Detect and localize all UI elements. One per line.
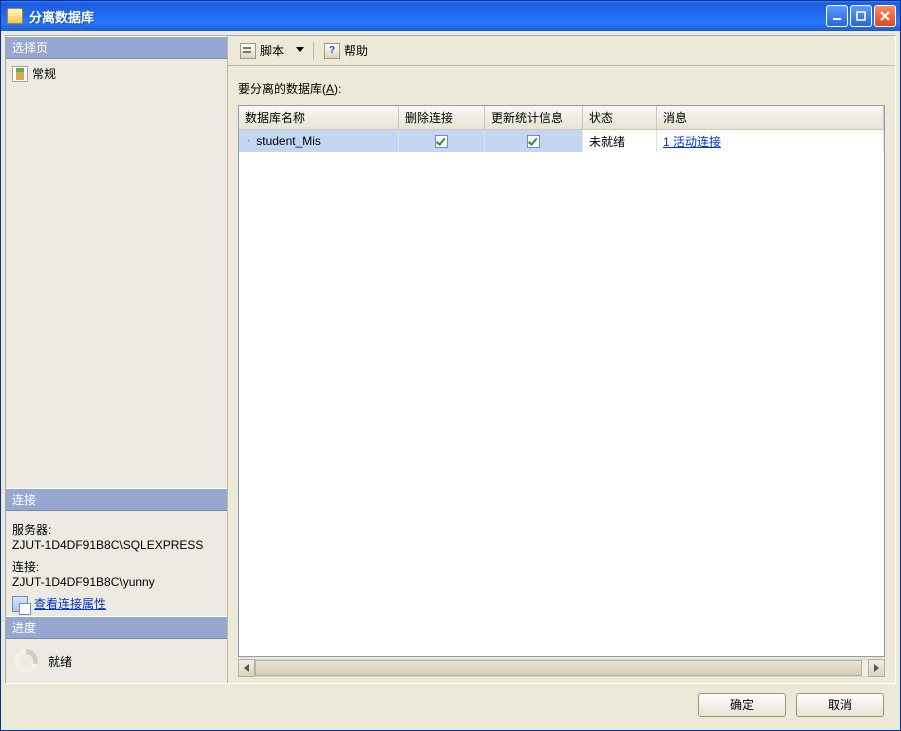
progress-spinner-icon <box>14 649 38 673</box>
server-value: ZJUT-1D4DF91B8C\SQLEXPRESS <box>12 538 221 552</box>
content-title-hotkey: A <box>326 82 334 96</box>
minimize-button[interactable] <box>826 5 848 27</box>
cell-state-text: 未就绪 <box>589 133 625 150</box>
help-label: 帮助 <box>344 42 368 59</box>
cell-drop-conn[interactable] <box>399 130 485 152</box>
page-general-label: 常规 <box>32 65 56 82</box>
script-icon <box>240 43 256 59</box>
view-connection-properties-link[interactable]: 查看连接属性 <box>34 595 106 612</box>
script-label: 脚本 <box>260 42 284 59</box>
table-row[interactable]: · student_Mis 未就绪 <box>239 130 884 152</box>
cell-update-stats[interactable] <box>485 130 583 152</box>
help-button[interactable]: 帮助 <box>320 40 372 61</box>
progress-header: 进度 <box>6 616 227 639</box>
cell-message: 1 活动连接 <box>657 130 884 152</box>
connection-header: 连接 <box>6 488 227 511</box>
dialog-window: 分离数据库 选择页 常规 <box>0 0 901 731</box>
titlebar[interactable]: 分离数据库 <box>1 1 900 31</box>
content-title-suffix: ): <box>334 82 341 96</box>
conn-label: 连接: <box>12 558 221 575</box>
right-panel: 脚本 帮助 要分离的数据库(A): <box>228 36 895 683</box>
script-dropdown[interactable] <box>292 45 307 56</box>
select-page-header: 选择页 <box>6 36 227 59</box>
maximize-button[interactable] <box>850 5 872 27</box>
checkbox-update-stats[interactable] <box>527 135 540 148</box>
toolbar: 脚本 帮助 <box>228 36 895 66</box>
checkbox-drop-conn[interactable] <box>435 135 448 148</box>
progress-body: 就绪 <box>6 639 227 683</box>
cell-message-link[interactable]: 1 活动连接 <box>663 133 721 150</box>
main-area: 选择页 常规 连接 服务器: ZJUT-1D4DF91B8C\SQLEXPRES… <box>5 35 896 684</box>
col-update-stats[interactable]: 更新统计信息 <box>485 106 583 129</box>
select-page-body: 常规 <box>6 59 227 488</box>
properties-icon <box>12 596 28 612</box>
app-icon <box>7 8 23 24</box>
scroll-track[interactable] <box>255 659 868 677</box>
content-title-prefix: 要分离的数据库( <box>238 82 326 96</box>
col-state[interactable]: 状态 <box>583 106 657 129</box>
window-title: 分离数据库 <box>29 7 826 26</box>
col-db-name[interactable]: 数据库名称 <box>239 106 399 129</box>
content-title: 要分离的数据库(A): <box>228 66 895 105</box>
script-button[interactable]: 脚本 <box>236 40 288 61</box>
grid-body: · student_Mis 未就绪 <box>239 130 884 656</box>
button-row: 确定 取消 <box>5 684 896 726</box>
col-drop-conn[interactable]: 删除连接 <box>399 106 485 129</box>
close-button[interactable] <box>874 5 896 27</box>
left-panel: 选择页 常规 连接 服务器: ZJUT-1D4DF91B8C\SQLEXPRES… <box>6 36 228 683</box>
page-general[interactable]: 常规 <box>12 63 221 84</box>
content-area: 要分离的数据库(A): 数据库名称 删除连接 更新统计信息 状态 消息 <box>228 66 895 683</box>
col-message[interactable]: 消息 <box>657 106 884 129</box>
dialog-body: 选择页 常规 连接 服务器: ZJUT-1D4DF91B8C\SQLEXPRES… <box>1 31 900 730</box>
progress-status: 就绪 <box>48 653 72 670</box>
window-buttons <box>826 5 896 27</box>
grid-header-row: 数据库名称 删除连接 更新统计信息 状态 消息 <box>239 106 884 130</box>
help-icon <box>324 43 340 59</box>
cell-db-name: · student_Mis <box>239 130 399 152</box>
conn-value: ZJUT-1D4DF91B8C\yunny <box>12 575 221 589</box>
database-grid: 数据库名称 删除连接 更新统计信息 状态 消息 · student_Mis <box>238 105 885 657</box>
connection-body: 服务器: ZJUT-1D4DF91B8C\SQLEXPRESS 连接: ZJUT… <box>6 511 227 616</box>
cancel-button[interactable]: 取消 <box>796 693 884 717</box>
view-connection-properties[interactable]: 查看连接属性 <box>12 595 221 612</box>
scroll-right-button[interactable] <box>868 659 885 677</box>
ok-button[interactable]: 确定 <box>698 693 786 717</box>
horizontal-scrollbar[interactable] <box>238 659 885 677</box>
chevron-down-icon <box>296 47 303 54</box>
toolbar-separator <box>313 42 314 60</box>
page-general-icon <box>12 66 28 82</box>
cell-state: 未就绪 <box>583 130 657 152</box>
scroll-left-button[interactable] <box>238 659 255 677</box>
scroll-thumb[interactable] <box>255 660 862 676</box>
cell-db-name-text: student_Mis <box>256 134 321 148</box>
server-label: 服务器: <box>12 521 221 538</box>
